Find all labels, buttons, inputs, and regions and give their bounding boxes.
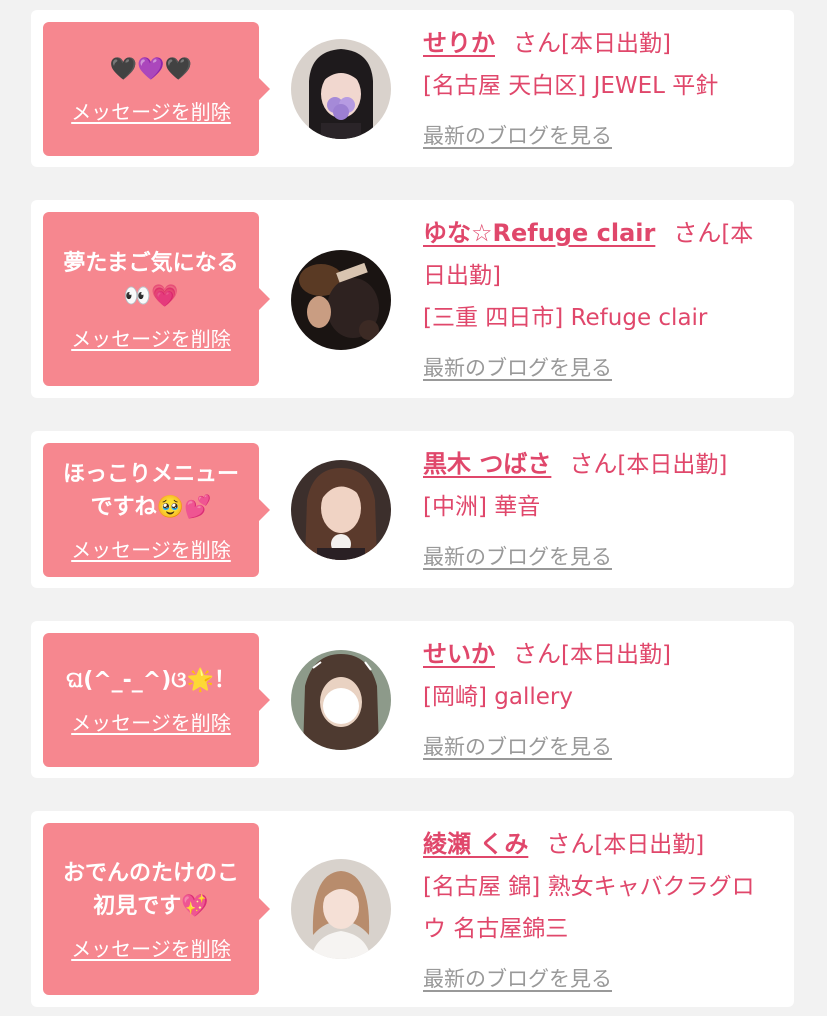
cast-name-link[interactable]: 綾瀬 くみ [423,830,528,858]
dark-photo-avatar-icon [291,250,391,350]
cast-header: ゆな☆Refuge clair さん[本日出勤] [423,212,773,297]
delete-message-link[interactable]: メッセージを削除 [71,96,231,125]
latest-blog-link[interactable]: 最新のブログを見る [423,347,612,389]
message-text: 🖤💜🖤 [109,57,193,82]
honorific: さん [513,640,561,668]
shop-name: [名古屋 錦] 熟女キャバクラグロウ 名古屋錦三 [423,874,755,942]
cast-info: ゆな☆Refuge clair さん[本日出勤] [三重 四日市] Refuge … [423,212,773,389]
message-text: 夢たまご気になる 👀💗 [63,250,239,309]
girl-with-dark-twin-tails-avatar-icon [291,39,391,139]
cast-info: せりか さん[本日出勤] [名古屋 天白区] JEWEL 平針 最新のブログを見る [423,22,773,157]
cast-name-link[interactable]: ゆな☆Refuge clair [423,219,655,247]
face-blurred-avatar-icon [291,650,391,750]
shop-name: [岡崎] gallery [423,684,573,710]
shop-name: [名古屋 天白区] JEWEL 平針 [423,73,719,99]
delete-message-link[interactable]: メッセージを削除 [71,707,231,736]
status: [本日出勤] [561,642,671,668]
delete-message-link[interactable]: メッセージを削除 [71,534,231,563]
message-card: 🖤💜🖤 メッセージを削除 せりか さん[本日出勤] [名古屋 天白区] JEWEL… [31,10,794,167]
avatar[interactable] [291,460,391,560]
latest-blog-link[interactable]: 最新のブログを見る [423,958,612,1000]
cast-info: 黒木 つばさ さん[本日出勤] [中洲] 華音 最新のブログを見る [423,443,773,578]
cast-info: せいか さん[本日出勤] [岡崎] gallery 最新のブログを見る [423,633,773,768]
long-hair-woman-avatar-icon [291,460,391,560]
shop-name: [三重 四日市] Refuge clair [423,305,708,331]
status: [本日出勤] [617,452,728,478]
latest-blog-link[interactable]: 最新のブログを見る [423,115,612,157]
cast-name-link[interactable]: せいか [423,640,495,668]
delete-message-link[interactable]: メッセージを削除 [71,323,231,352]
cast-header: せいか さん[本日出勤] [423,633,773,676]
short-hair-woman-avatar-icon [291,859,391,959]
message-text: おでんのたけのこ 初見です💖 [62,860,239,919]
honorific: さん [673,219,722,247]
status: [本日出勤] [561,31,671,57]
cast-name-link[interactable]: 黒木 つばさ [423,450,551,478]
cast-header: 綾瀬 くみ さん[本日出勤] [423,823,773,866]
honorific: さん [513,29,561,57]
avatar[interactable] [291,859,391,959]
message-card: 夢たまご気になる 👀💗 メッセージを削除 ゆな☆Refuge clair さん[本… [31,200,794,398]
honorific: さん [546,830,595,858]
message-bubble: 夢たまご気になる 👀💗 メッセージを削除 [43,212,270,386]
message-card: おでんのたけのこ 初見です💖 メッセージを削除 綾瀬 くみ さん[本日出勤] [名… [31,811,794,1007]
cast-header: 黒木 つばさ さん[本日出勤] [423,443,773,486]
avatar[interactable] [291,650,391,750]
latest-blog-link[interactable]: 最新のブログを見る [423,726,612,768]
cast-header: せりか さん[本日出勤] [423,22,773,65]
honorific: さん [569,450,618,478]
message-bubble: ଘ(^_-_^)ଓ🌟！ メッセージを削除 [43,633,270,767]
delete-message-link[interactable]: メッセージを削除 [71,933,231,962]
shop-name: [中洲] 華音 [423,494,541,520]
avatar[interactable] [291,250,391,350]
cast-name-link[interactable]: せりか [423,29,495,57]
message-bubble: おでんのたけのこ 初見です💖 メッセージを削除 [43,823,270,995]
message-text: ଘ(^_-_^)ଓ🌟！ [66,668,236,693]
avatar[interactable] [291,39,391,139]
message-bubble: 🖤💜🖤 メッセージを削除 [43,22,270,156]
latest-blog-link[interactable]: 最新のブログを見る [423,536,612,578]
message-bubble: ほっこりメニュー ですね🥹💕 メッセージを削除 [43,443,270,577]
status: [本日出勤] [594,832,705,858]
message-card: ଘ(^_-_^)ଓ🌟！ メッセージを削除 せいか さん[本日出勤] [岡崎] ga… [31,621,794,778]
message-text: ほっこりメニュー ですね🥹💕 [62,461,239,520]
message-card: ほっこりメニュー ですね🥹💕 メッセージを削除 黒木 つばさ さん[本日出勤] [… [31,431,794,588]
cast-info: 綾瀬 くみ さん[本日出勤] [名古屋 錦] 熟女キャバクラグロウ 名古屋錦三 最… [423,823,773,1000]
